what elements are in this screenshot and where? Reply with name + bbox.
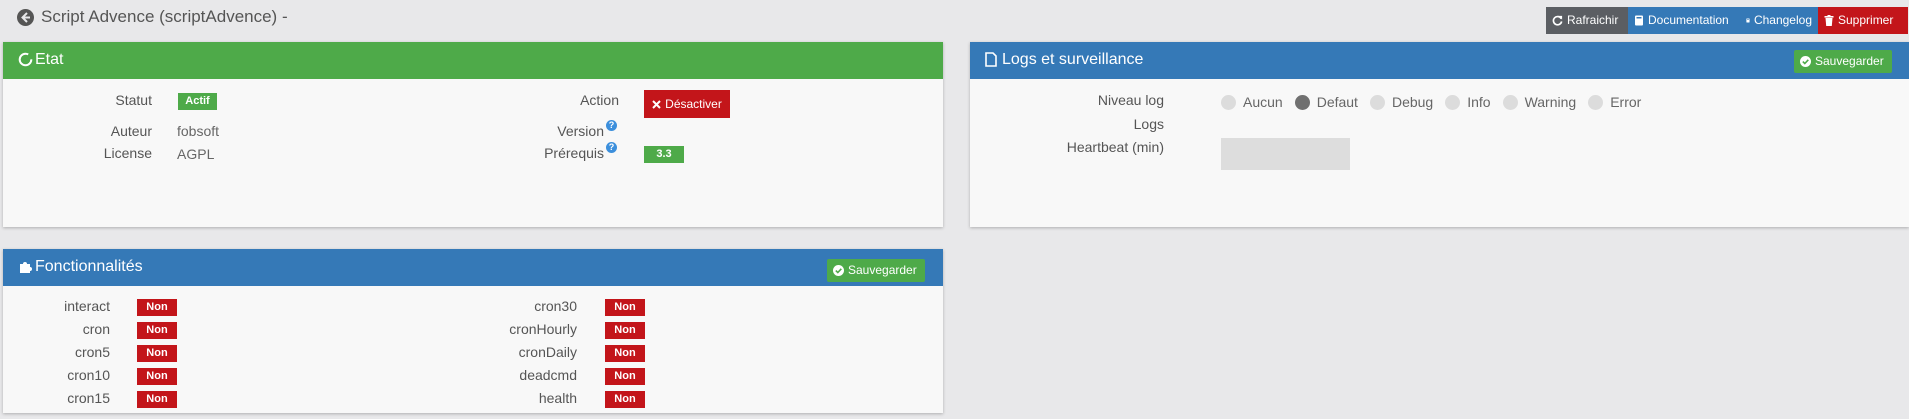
log-level-option[interactable]: Error (1588, 94, 1641, 110)
radio-button[interactable] (1445, 94, 1461, 110)
feature-status-badge: Non (137, 368, 177, 385)
features-panel-header: Fonctionnalités (3, 249, 943, 286)
feature-label: cron10 (67, 367, 110, 383)
statut-label: Statut (115, 92, 152, 108)
radio-button[interactable] (1502, 94, 1518, 110)
logs-panel-header: Logs et surveillance (970, 42, 1909, 79)
file-icon (985, 52, 997, 67)
feature-status-badge: Non (137, 299, 177, 316)
feature-label: cronHourly (509, 321, 577, 337)
delete-button[interactable]: Supprimer (1818, 7, 1908, 34)
radio-button[interactable] (1221, 94, 1236, 110)
features-save-button[interactable]: Sauvegarder (827, 259, 925, 282)
top-bar: Script Advence (scriptAdvence) - Rafraic… (0, 0, 1909, 40)
header-actions: Rafraichir Documentation Changelog Suppr… (1546, 7, 1908, 34)
logs-save-label: Sauvegarder (1815, 54, 1884, 68)
log-level-option[interactable]: Info (1445, 94, 1491, 110)
feature-status-badge: Non (605, 299, 645, 316)
log-level-option[interactable]: Defaut (1294, 94, 1358, 110)
book-icon (1746, 18, 1750, 23)
documentation-label: Documentation (1648, 13, 1729, 27)
changelog-button[interactable]: Changelog (1740, 7, 1818, 34)
log-level-option[interactable]: Debug (1369, 94, 1434, 110)
log-level-option[interactable]: Aucun (1221, 94, 1283, 110)
log-level-label: Error (1610, 94, 1642, 110)
back-arrow-icon[interactable] (17, 9, 34, 26)
log-level-label: Defaut (1316, 94, 1358, 110)
statut-badge: Actif (178, 93, 217, 110)
logs-label: Logs (1133, 116, 1164, 132)
feature-label: cron30 (534, 298, 577, 314)
log-level-radio-group: Aucun Defaut Debug Info Warning Error (1221, 94, 1653, 110)
feature-label: cron (82, 321, 110, 337)
check-circle-icon (833, 265, 844, 276)
trash-icon (1824, 15, 1834, 26)
feature-status-badge: Non (137, 345, 177, 362)
feature-status-badge: Non (605, 368, 645, 385)
delete-label: Supprimer (1838, 13, 1894, 27)
etat-panel: Etat Statut Actif Auteur fobsoft License… (3, 42, 943, 227)
license-value: AGPL (177, 146, 215, 162)
check-circle-icon (1800, 56, 1811, 67)
deactivate-label: Désactiver (665, 97, 722, 111)
log-level-label: Aucun (1243, 94, 1283, 110)
page-title: Script Advence (scriptAdvence) - (41, 7, 288, 26)
heartbeat-label: Heartbeat (min) (1066, 139, 1164, 155)
feature-status-badge: Non (605, 345, 645, 362)
log-level-label: Info (1467, 94, 1491, 110)
prerequis-help-icon[interactable]: ? (606, 142, 617, 153)
radio-button[interactable] (1588, 94, 1604, 110)
puzzle-icon (20, 262, 32, 273)
feature-status-badge: Non (605, 322, 645, 339)
feature-label: cron5 (74, 344, 110, 360)
features-title: Fonctionnalités (35, 258, 143, 275)
license-label: License (103, 145, 152, 161)
feature-status-badge: Non (605, 391, 645, 408)
prerequis-label: Prérequis (544, 145, 604, 161)
changelog-label: Changelog (1753, 13, 1812, 27)
features-save-label: Sauvegarder (848, 263, 917, 277)
logs-title: Logs et surveillance (1002, 51, 1144, 68)
spinner-icon (18, 52, 33, 67)
feature-label: cronDaily (518, 344, 577, 360)
feature-status-badge: Non (137, 391, 177, 408)
feature-label: cron15 (67, 390, 110, 406)
feature-label: deadcmd (519, 367, 577, 383)
logs-save-button[interactable]: Sauvegarder (1794, 50, 1892, 73)
auteur-label: Auteur (110, 123, 152, 139)
logs-panel: Logs et surveillance Niveau log Logs Hea… (970, 42, 1909, 227)
feature-status-badge: Non (137, 322, 177, 339)
etat-panel-header: Etat (3, 42, 943, 79)
log-level-option[interactable]: Warning (1502, 94, 1577, 110)
refresh-label: Rafraichir (1567, 13, 1619, 27)
deactivate-button[interactable]: Désactiver (644, 90, 730, 118)
feature-label: interact (64, 298, 110, 314)
refresh-icon (1552, 15, 1563, 26)
action-label: Action (580, 92, 619, 108)
version-help-icon[interactable]: ? (606, 120, 617, 131)
times-icon (652, 99, 661, 109)
log-level-label: Warning (1524, 94, 1577, 110)
radio-button[interactable] (1294, 94, 1310, 110)
book-icon (1635, 15, 1643, 26)
niveau-log-label: Niveau log (1097, 92, 1164, 108)
refresh-button[interactable]: Rafraichir (1546, 7, 1628, 34)
prerequis-badge: 3.3 (644, 146, 684, 163)
etat-title: Etat (35, 51, 64, 68)
heartbeat-input[interactable] (1221, 138, 1350, 170)
auteur-value: fobsoft (177, 123, 220, 139)
version-label: Version (557, 123, 604, 139)
feature-label: health (538, 390, 577, 406)
radio-button[interactable] (1369, 94, 1385, 110)
log-level-label: Debug (1391, 94, 1434, 110)
documentation-button[interactable]: Documentation (1628, 7, 1740, 34)
